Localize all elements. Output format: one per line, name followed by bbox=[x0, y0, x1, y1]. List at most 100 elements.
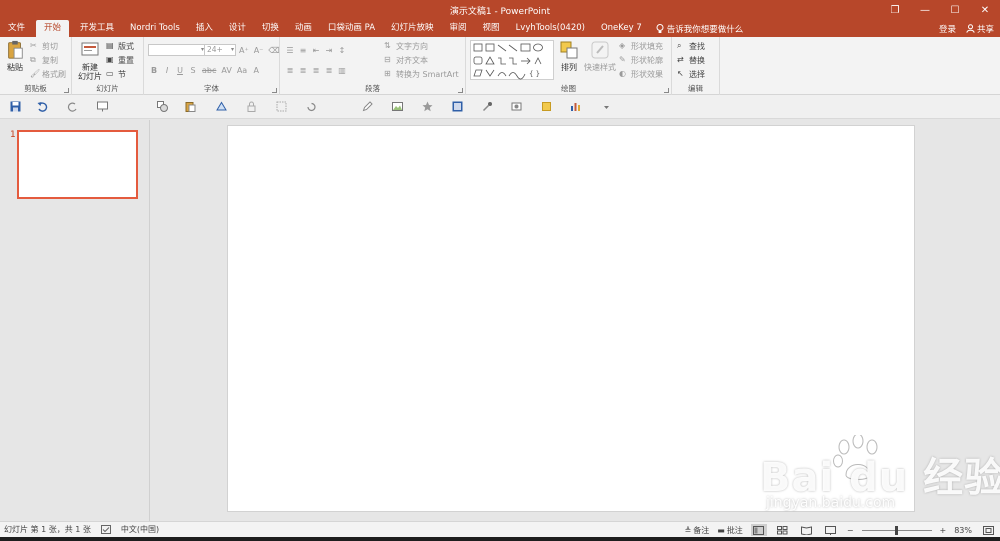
cut-button[interactable]: ✂ 剪切 bbox=[30, 40, 58, 52]
italic-icon[interactable]: I bbox=[163, 66, 171, 75]
chart-icon[interactable] bbox=[570, 101, 581, 112]
font-color-icon[interactable]: A bbox=[252, 66, 260, 75]
grow-font-icon[interactable]: A⁺ bbox=[239, 46, 249, 55]
shape-effects-button[interactable]: ◐ 形状效果 bbox=[619, 68, 663, 80]
shape-fill-button[interactable]: ◈ 形状填充 bbox=[619, 40, 663, 52]
arrange-button[interactable]: 排列 bbox=[558, 40, 580, 72]
bullets-icon[interactable]: ☰ bbox=[286, 46, 294, 55]
select-button[interactable]: ↖ 选择 bbox=[677, 68, 705, 80]
copy-button[interactable]: ⧉ 复制 bbox=[30, 54, 58, 66]
reading-view-button[interactable] bbox=[799, 524, 815, 536]
ribbon-display-options-button[interactable]: ❐ bbox=[880, 0, 910, 20]
save-icon[interactable] bbox=[10, 101, 21, 112]
undo-icon[interactable] bbox=[37, 101, 48, 112]
zoom-out-icon[interactable]: − bbox=[847, 526, 854, 535]
notes-button[interactable]: ≜ 备注 bbox=[685, 525, 710, 536]
normal-view-button[interactable] bbox=[750, 524, 767, 536]
tab-home[interactable]: 开始 bbox=[36, 20, 70, 37]
tab-lvyhtools[interactable]: LvyhTools(0420) bbox=[508, 20, 593, 37]
minimize-button[interactable]: — bbox=[910, 0, 940, 20]
zoom-slider-thumb[interactable] bbox=[895, 526, 899, 535]
lock-icon[interactable] bbox=[246, 101, 257, 112]
find-button[interactable]: ⌕ 查找 bbox=[677, 40, 705, 52]
clipboard-launcher-icon[interactable] bbox=[64, 88, 69, 93]
tab-insert[interactable]: 插入 bbox=[188, 20, 221, 37]
tab-developer[interactable]: 开发工具 bbox=[72, 20, 122, 37]
group-icon[interactable] bbox=[276, 101, 287, 112]
underline-icon[interactable]: U bbox=[176, 66, 184, 75]
language-status[interactable]: 中文(中国) bbox=[121, 524, 159, 535]
paste-special-icon[interactable] bbox=[185, 101, 196, 112]
slideshow-button[interactable] bbox=[823, 524, 839, 536]
new-slide-button[interactable]: 新建 幻灯片 bbox=[75, 40, 105, 81]
fit-to-window-button[interactable] bbox=[980, 524, 996, 536]
paste-button[interactable]: 粘贴 bbox=[4, 40, 26, 72]
shapes-gallery[interactable]: { } bbox=[470, 40, 554, 80]
numbering-icon[interactable]: ≡ bbox=[299, 46, 307, 55]
clear-formatting-icon[interactable]: ⌫ bbox=[268, 46, 279, 55]
align-left-icon[interactable]: ≣ bbox=[286, 66, 294, 75]
tab-transitions[interactable]: 切换 bbox=[254, 20, 287, 37]
text-direction-button[interactable]: ⇅ 文字方向 bbox=[384, 40, 428, 52]
font-size-combo[interactable]: 24+ ▾ bbox=[204, 44, 236, 56]
shape-insert-icon[interactable] bbox=[216, 101, 227, 112]
screenshot-icon[interactable] bbox=[511, 101, 522, 112]
section-button[interactable]: ▭ 节 bbox=[106, 68, 126, 80]
zoom-slider[interactable] bbox=[861, 524, 932, 536]
character-spacing-icon[interactable]: AV bbox=[221, 66, 231, 75]
close-button[interactable]: ✕ bbox=[970, 0, 1000, 20]
align-text-button[interactable]: ⊟ 对齐文本 bbox=[384, 54, 428, 66]
quick-styles-button[interactable]: 快速样式 bbox=[583, 40, 617, 72]
presentation-icon[interactable] bbox=[97, 101, 108, 112]
spellcheck-icon[interactable] bbox=[100, 525, 111, 534]
slide-sorter-button[interactable] bbox=[775, 524, 791, 536]
star-icon[interactable] bbox=[422, 101, 433, 112]
drawing-launcher-icon[interactable] bbox=[664, 88, 669, 93]
reset-button[interactable]: ▣ 重置 bbox=[106, 54, 134, 66]
sign-in-link[interactable]: 登录 bbox=[939, 23, 956, 35]
decrease-indent-icon[interactable]: ⇤ bbox=[312, 46, 320, 55]
shapes-icon[interactable] bbox=[157, 101, 168, 112]
zoom-in-icon[interactable]: + bbox=[940, 526, 947, 535]
note-icon[interactable] bbox=[541, 101, 552, 112]
eyedropper-icon[interactable] bbox=[482, 101, 493, 112]
tab-animations[interactable]: 动画 bbox=[287, 20, 320, 37]
justify-icon[interactable]: ≣ bbox=[325, 66, 333, 75]
shape-outline-button[interactable]: ✎ 形状轮廓 bbox=[619, 54, 663, 66]
strikethrough-icon[interactable]: abc bbox=[202, 66, 216, 75]
tab-onekey[interactable]: OneKey 7 bbox=[593, 20, 650, 37]
font-launcher-icon[interactable] bbox=[272, 88, 277, 93]
zoom-level[interactable]: 83% bbox=[954, 526, 972, 535]
comments-button[interactable]: ▬ 批注 bbox=[717, 525, 743, 536]
tell-me-box[interactable]: 告诉我你想要做什么 bbox=[650, 20, 743, 37]
bold-icon[interactable]: B bbox=[150, 66, 158, 75]
tab-design[interactable]: 设计 bbox=[221, 20, 254, 37]
maximize-button[interactable]: ☐ bbox=[940, 0, 970, 20]
table-icon[interactable] bbox=[452, 101, 463, 112]
convert-smartart-button[interactable]: ⊞ 转换为 SmartArt bbox=[384, 68, 459, 80]
increase-indent-icon[interactable]: ⇥ bbox=[325, 46, 333, 55]
slide-count-status[interactable]: 幻灯片 第 1 张，共 1 张 bbox=[4, 524, 91, 535]
format-painter-button[interactable]: 🖌 格式刷 bbox=[30, 68, 66, 80]
tab-file[interactable]: 文件 bbox=[0, 20, 33, 37]
align-center-icon[interactable]: ≣ bbox=[299, 66, 307, 75]
share-button[interactable]: 共享 bbox=[966, 23, 994, 35]
replace-button[interactable]: ⇄ 替换 bbox=[677, 54, 705, 66]
tab-pocket-animation[interactable]: 口袋动画 PA bbox=[320, 20, 383, 37]
pen-icon[interactable] bbox=[362, 101, 373, 112]
line-spacing-icon[interactable]: ↕ bbox=[338, 46, 346, 55]
shadow-icon[interactable]: S bbox=[189, 66, 197, 75]
change-case-icon[interactable]: Aa bbox=[237, 66, 247, 75]
paragraph-launcher-icon[interactable] bbox=[458, 88, 463, 93]
shrink-font-icon[interactable]: A⁻ bbox=[254, 46, 264, 55]
columns-icon[interactable]: ▥ bbox=[338, 66, 346, 75]
picture-icon[interactable] bbox=[392, 101, 403, 112]
rotate-icon[interactable] bbox=[306, 101, 317, 112]
font-name-combo[interactable]: ▾ bbox=[148, 44, 206, 56]
slide-thumbnail[interactable] bbox=[17, 130, 138, 199]
tab-nordri-tools[interactable]: Nordri Tools bbox=[122, 20, 188, 37]
tab-slide-show[interactable]: 幻灯片放映 bbox=[383, 20, 442, 37]
tab-view[interactable]: 视图 bbox=[475, 20, 508, 37]
customize-toolbar-icon[interactable] bbox=[601, 101, 612, 112]
slide-canvas[interactable] bbox=[227, 125, 915, 512]
